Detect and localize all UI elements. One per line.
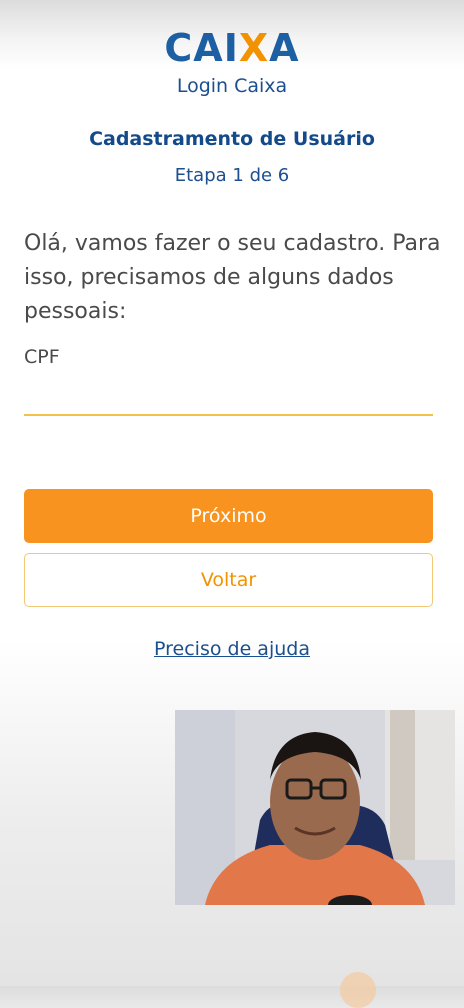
logo-text-x: X xyxy=(238,26,270,70)
logo-text-before: CAI xyxy=(164,26,239,70)
webcam-overlay xyxy=(175,710,455,905)
bottom-decoration xyxy=(340,972,376,1008)
page-title: Cadastramento de Usuário xyxy=(89,128,375,150)
caixa-logo: CAIXA xyxy=(0,28,464,68)
help-link-container: Preciso de ajuda xyxy=(0,638,464,660)
back-button[interactable]: Voltar xyxy=(24,553,433,607)
login-title: Login Caixa xyxy=(176,75,288,97)
webcam-person-image xyxy=(175,710,455,905)
cpf-label: CPF xyxy=(24,346,60,368)
next-button[interactable]: Próximo xyxy=(24,489,433,543)
step-indicator: Etapa 1 de 6 xyxy=(174,165,290,186)
cpf-input[interactable] xyxy=(24,378,433,416)
help-link[interactable]: Preciso de ajuda xyxy=(154,638,310,660)
intro-text: Olá, vamos fazer o seu cadastro. Para is… xyxy=(24,231,441,324)
logo-text-after: A xyxy=(269,26,300,70)
